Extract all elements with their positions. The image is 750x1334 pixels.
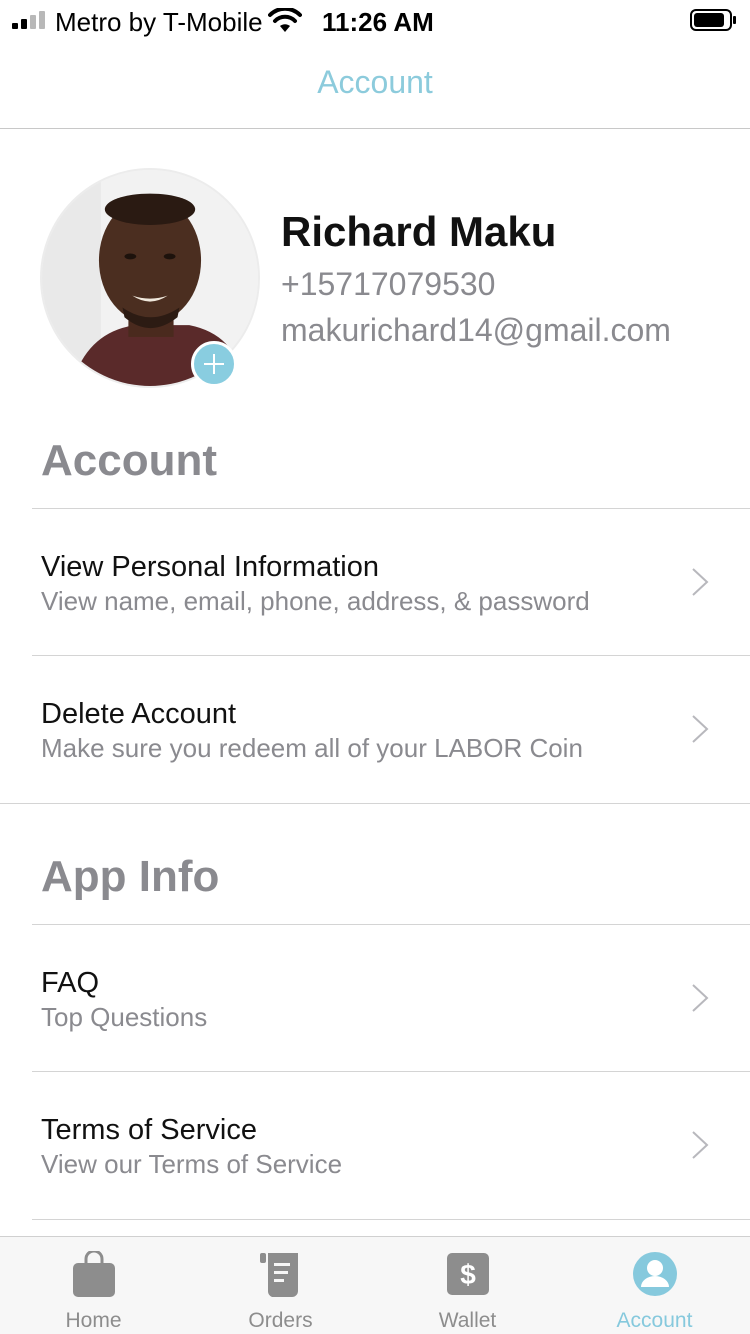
divider <box>0 803 750 804</box>
tab-bar: Home Orders $ Wallet Account <box>0 1236 750 1334</box>
list-item-view-personal-information[interactable]: View Personal Information View name, ema… <box>0 509 750 654</box>
status-bar: Metro by T-Mobile 11:26 AM <box>0 0 750 40</box>
chevron-right-icon <box>692 715 709 743</box>
list-item-title: FAQ <box>41 967 100 999</box>
chevron-right-icon <box>692 568 709 596</box>
tab-account[interactable]: Account <box>561 1237 748 1334</box>
list-item-title: Terms of Service <box>41 1114 257 1146</box>
tab-label: Home <box>65 1309 122 1332</box>
list-item-title: View Personal Information <box>41 551 379 583</box>
nav-divider <box>0 128 750 129</box>
user-phone: +15717079530 <box>281 266 496 302</box>
list-item-delete-account[interactable]: Delete Account Make sure you redeem all … <box>0 656 750 801</box>
list-item-subtitle: Make sure you redeem all of your LABOR C… <box>41 733 583 763</box>
person-icon <box>633 1252 677 1296</box>
carrier-name: Metro by T-Mobile <box>55 7 263 37</box>
tab-label: Account <box>616 1309 693 1332</box>
wifi-icon <box>268 8 302 32</box>
list-item-subtitle: Top Questions <box>41 1002 208 1032</box>
svg-text:$: $ <box>460 1259 476 1290</box>
chevron-right-icon <box>692 984 709 1012</box>
tab-home[interactable]: Home <box>0 1237 187 1334</box>
divider <box>32 1219 750 1220</box>
shopping-bag-icon <box>73 1251 115 1297</box>
section-heading-app-info: App Info <box>41 852 220 901</box>
list-item-subtitle: View name, email, phone, address, & pass… <box>41 586 590 616</box>
list-item-title: Delete Account <box>41 698 237 730</box>
dollar-icon: $ <box>447 1253 489 1295</box>
cellular-signal-icon <box>12 11 45 29</box>
user-email: makurichard14@gmail.com <box>281 312 671 348</box>
battery-icon <box>690 9 736 31</box>
list-item-terms-of-service[interactable]: Terms of Service View our Terms of Servi… <box>0 1072 750 1217</box>
list-item-faq[interactable]: FAQ Top Questions <box>0 925 750 1070</box>
tab-wallet[interactable]: $ Wallet <box>374 1237 561 1334</box>
section-heading-account: Account <box>41 436 217 485</box>
page-title: Account <box>317 64 433 100</box>
chevron-right-icon <box>692 1131 709 1159</box>
add-photo-button[interactable] <box>191 341 237 387</box>
user-name: Richard Maku <box>281 208 557 255</box>
list-item-subtitle: View our Terms of Service <box>41 1149 343 1179</box>
tab-label: Wallet <box>438 1309 497 1332</box>
tab-orders[interactable]: Orders <box>187 1237 374 1334</box>
receipt-scroll-icon <box>260 1253 298 1297</box>
tab-label: Orders <box>248 1309 313 1332</box>
status-time: 11:26 AM <box>322 7 434 37</box>
